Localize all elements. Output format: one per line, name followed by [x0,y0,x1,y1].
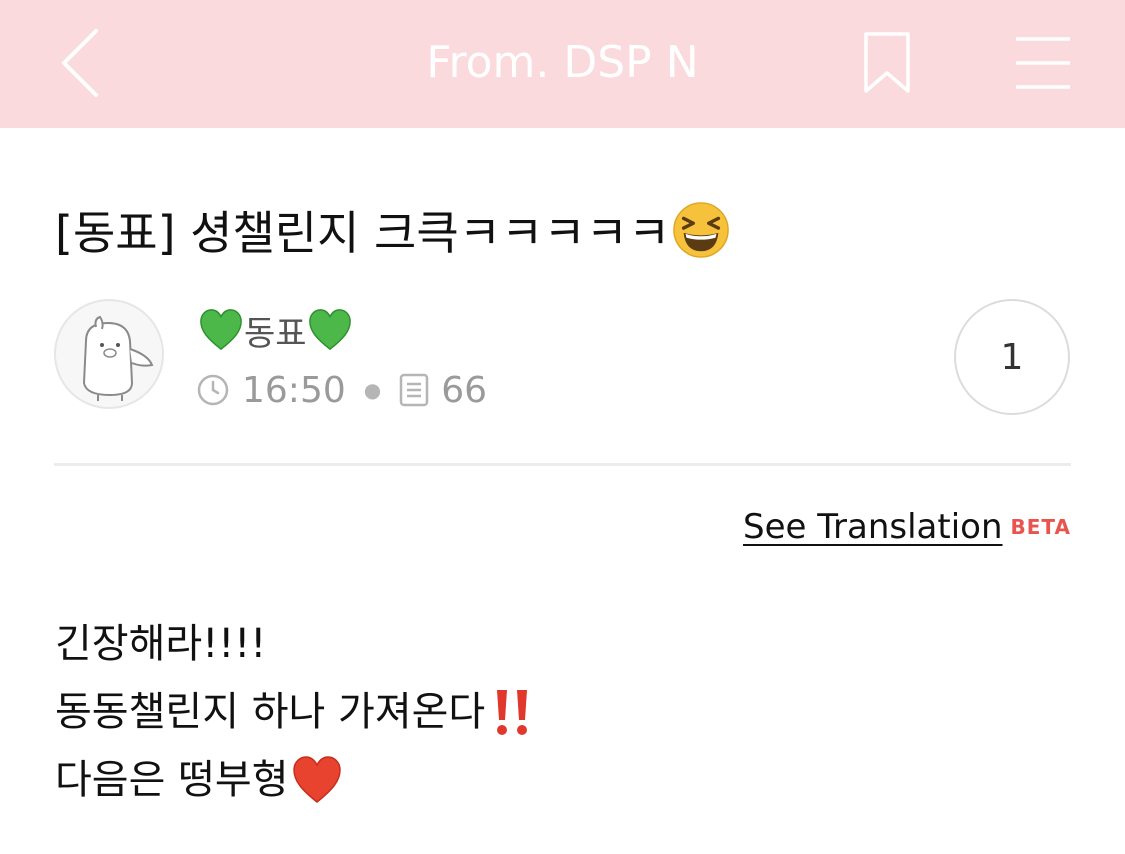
body-line-text: 긴장해라!!!! [55,621,267,667]
chevron-left-icon [62,29,98,97]
clock-icon [197,374,229,406]
view-count: 66 [441,369,488,411]
author-name[interactable]: 동표 [198,306,353,354]
app-header: From. DSP N [0,0,1125,128]
bookmark-button[interactable] [850,22,924,104]
meta-separator: ● [363,378,382,402]
post-body: 긴장해라!!!! 동동챌린지 하나 가져온다 다음은 떵부형 [55,610,1055,814]
back-button[interactable] [40,20,120,106]
post-title: [동표] 셩챌린지 크큭ㅋㅋㅋㅋㅋ [55,193,1075,273]
body-line-text: 동동챌린지 하나 가져온다 [55,689,486,735]
bookmark-icon [864,32,910,93]
see-translation-link[interactable]: See Translation [743,507,1002,547]
post-time: 16:50 [242,369,346,411]
post-title-text: [동표] 셩챌린지 크큭ㅋㅋㅋㅋㅋ [55,206,671,260]
post-meta: 16:50 ● 66 [196,366,487,414]
translation-row: See Translation BETA [743,503,1071,551]
body-line: 다음은 떵부형 [55,746,1055,814]
avatar[interactable] [54,299,164,409]
beta-badge: BETA [1010,515,1071,539]
red-heart-emoji-icon [292,756,341,803]
document-icon [399,373,429,407]
green-heart-emoji-icon [200,309,242,351]
grinning-squinting-face-emoji-icon [673,202,730,258]
penguin-avatar-icon [82,315,154,401]
author-name-text: 동표 [244,313,307,354]
body-line-text: 다음은 떵부형 [55,757,289,803]
page-title: From. DSP N [426,37,699,88]
body-line: 긴장해라!!!! [55,610,1055,678]
divider [54,463,1071,466]
body-line: 동동챌린지 하나 가져온다 [55,678,1055,746]
hamburger-menu-icon [1016,37,1070,89]
menu-button[interactable] [1000,22,1086,104]
green-heart-emoji-icon [308,309,351,351]
comment-count-button[interactable]: 1 [954,299,1070,415]
double-exclamation-emoji-icon [497,690,528,735]
